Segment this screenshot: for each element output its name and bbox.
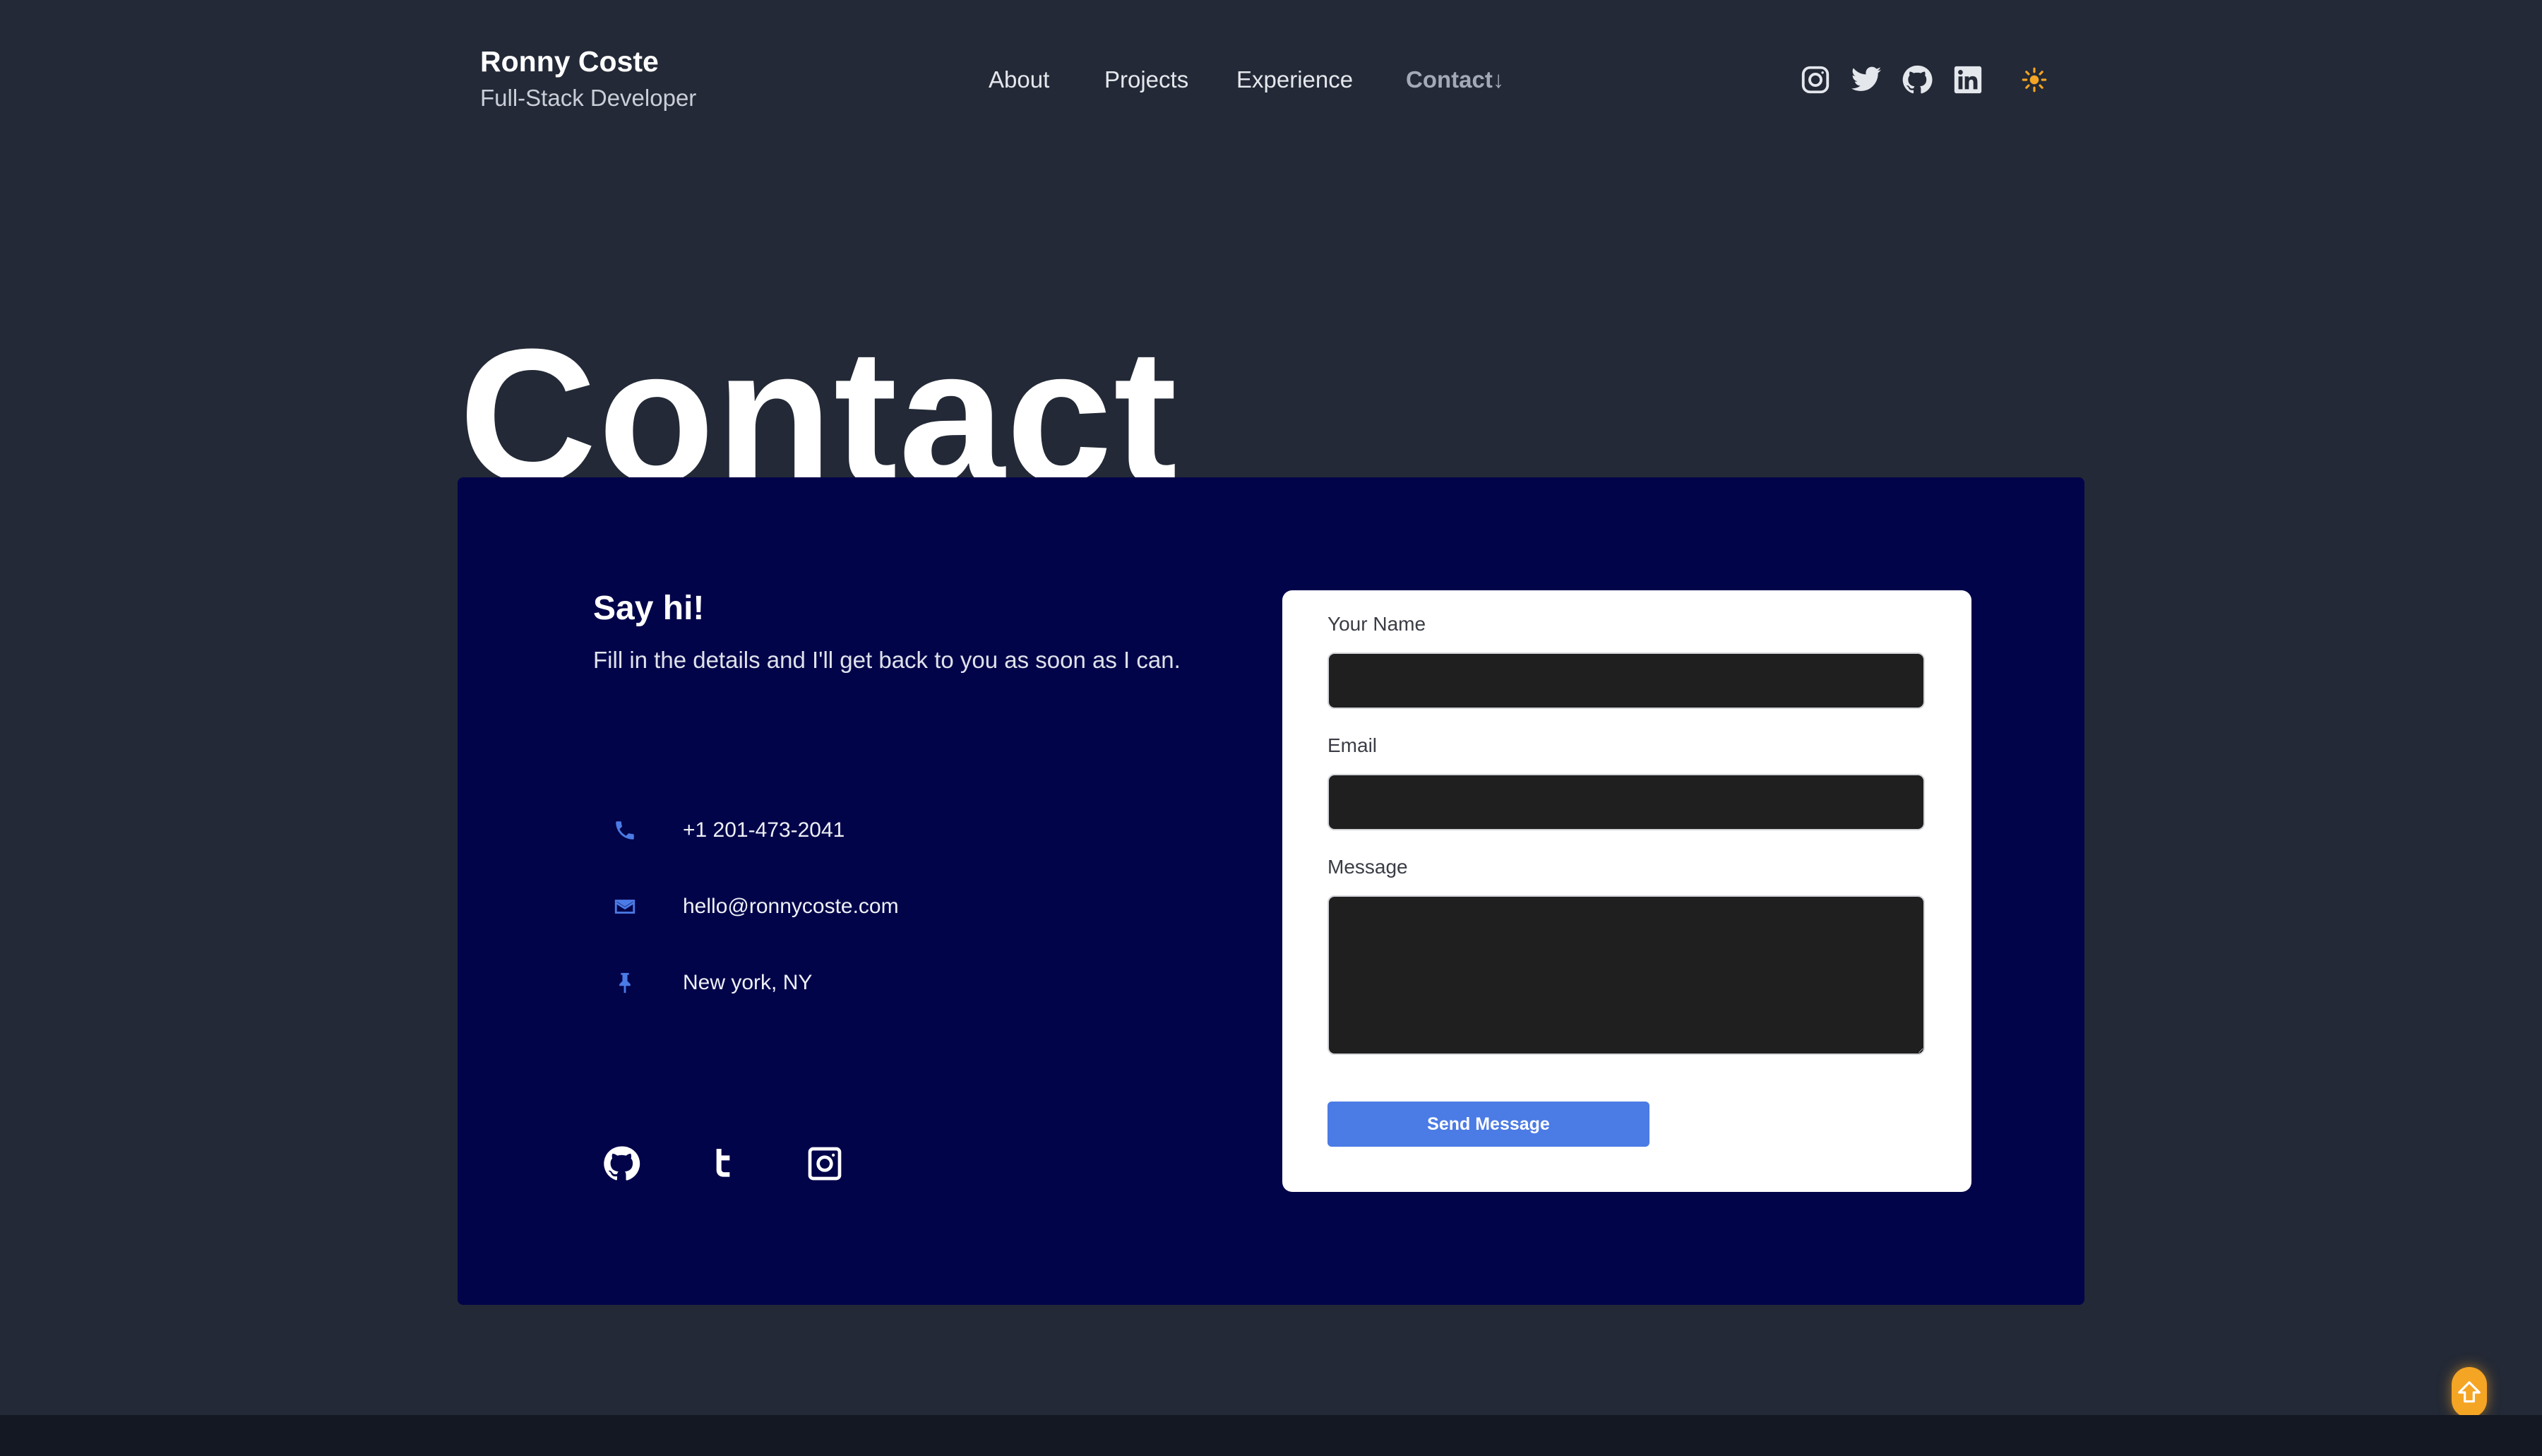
twitter-icon[interactable] bbox=[1850, 64, 1882, 96]
linkedin-icon[interactable] bbox=[1952, 64, 1984, 96]
email-field[interactable] bbox=[1327, 774, 1925, 830]
nav-about[interactable]: About bbox=[989, 62, 1049, 97]
instagram-icon[interactable] bbox=[1799, 64, 1832, 96]
send-message-button[interactable]: Send Message bbox=[1327, 1102, 1649, 1147]
location-text: New york, NY bbox=[683, 971, 813, 994]
tumblr-icon[interactable] bbox=[703, 1144, 743, 1183]
info-location-row: New york, NY bbox=[609, 966, 812, 1000]
nav-experience[interactable]: Experience bbox=[1236, 62, 1353, 97]
mail-icon bbox=[609, 891, 640, 922]
site-role: Full-Stack Developer bbox=[480, 85, 697, 111]
github-icon[interactable] bbox=[602, 1144, 641, 1183]
phone-icon bbox=[609, 815, 640, 846]
contact-panel: Say hi! Fill in the details and I'll get… bbox=[458, 477, 2084, 1305]
nav-projects[interactable]: Projects bbox=[1104, 62, 1188, 97]
contact-subtitle: Fill in the details and I'll get back to… bbox=[593, 647, 1181, 673]
info-email-row[interactable]: hello@ronnycoste.com bbox=[609, 890, 899, 924]
contact-form: Your Name Email Message Send Message bbox=[1282, 590, 1971, 1192]
brand: Ronny Coste Full-Stack Developer bbox=[480, 42, 696, 115]
contact-heading: Say hi! bbox=[593, 590, 705, 627]
github-icon[interactable] bbox=[1901, 64, 1933, 96]
arrow-up-icon bbox=[2458, 1381, 2481, 1403]
email-address: hello@ronnycoste.com bbox=[683, 895, 899, 918]
page: Ronny Coste Full-Stack Developer About P… bbox=[0, 0, 2542, 1456]
phone-number: +1 201-473-2041 bbox=[683, 818, 845, 842]
scroll-to-top-button[interactable] bbox=[2452, 1367, 2487, 1418]
pin-icon bbox=[609, 967, 640, 998]
message-label: Message bbox=[1327, 856, 1408, 878]
info-phone-row[interactable]: +1 201-473-2041 bbox=[609, 813, 845, 847]
site-name[interactable]: Ronny Coste bbox=[480, 42, 696, 81]
name-field[interactable] bbox=[1327, 652, 1925, 709]
footer-strip bbox=[0, 1415, 2542, 1456]
theme-toggle-sun-icon[interactable] bbox=[2019, 65, 2049, 95]
name-label: Your Name bbox=[1327, 613, 1426, 635]
message-field[interactable] bbox=[1327, 895, 1925, 1055]
instagram-icon[interactable] bbox=[805, 1144, 845, 1183]
nav-contact[interactable]: Contact↓ bbox=[1406, 62, 1504, 97]
email-label: Email bbox=[1327, 734, 1378, 756]
